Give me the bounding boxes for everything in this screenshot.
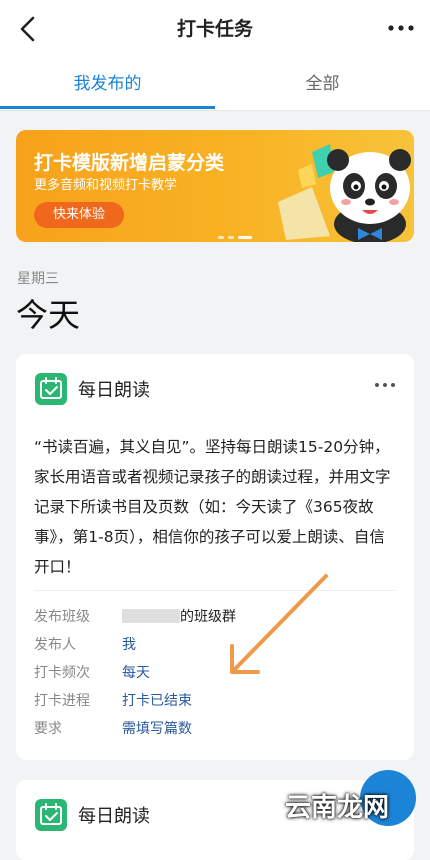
tab-all[interactable]: 全部 [215, 58, 430, 110]
task-description: “书读百遍，其义自见”。坚持每日朗读15-20分钟，家长用语音或者视频记录孩子的… [34, 438, 391, 576]
banner-subtitle: 更多音频和视频打卡教学 [34, 178, 178, 193]
field-label: 发布班级 [34, 609, 90, 625]
tab-bar: 我发布的 全部 [0, 58, 430, 111]
field-label: 发布人 [34, 637, 76, 653]
today-heading: 今天 [16, 296, 81, 334]
page-dot-active [238, 236, 252, 239]
field-label: 打卡进程 [34, 693, 90, 709]
field-label: 要求 [34, 721, 62, 737]
task-card[interactable]: 每日朗读 “书读百遍，其义自见”。坚持每日朗读15-20分钟，家长用语音或者视频… [16, 354, 414, 760]
field-label: 打卡频次 [34, 665, 90, 681]
banner-pagination [218, 224, 256, 242]
top-bar: 打卡任务 [0, 0, 430, 58]
active-tab-indicator [0, 106, 215, 109]
more-options-icon[interactable] [374, 380, 396, 390]
panda-mascot-icon [278, 144, 411, 242]
task-title: 每日朗读 [78, 806, 150, 827]
field-value: 打卡已结束 [122, 693, 192, 709]
tab-my-published[interactable]: 我发布的 [0, 58, 215, 110]
promo-banner[interactable]: 打卡模版新增启蒙分类 更多音频和视频打卡教学 快来体验 [16, 130, 414, 242]
page-dot [218, 236, 224, 239]
calendar-check-icon [35, 373, 67, 405]
field-value: 每天 [122, 665, 150, 681]
page-title: 打卡任务 [176, 18, 253, 40]
calendar-check-icon [35, 799, 67, 831]
blurred-class-name [122, 609, 180, 623]
task-title: 每日朗读 [78, 380, 150, 401]
watermark: 云南龙网 [285, 793, 390, 823]
weekday-label: 星期三 [17, 271, 59, 287]
more-options-icon[interactable] [386, 18, 416, 38]
field-value: 我 [122, 637, 136, 653]
try-now-button[interactable]: 快来体验 [34, 202, 124, 228]
field-value: 需填写篇数 [122, 721, 192, 737]
banner-title: 打卡模版新增启蒙分类 [34, 152, 225, 174]
page-dot [228, 236, 234, 239]
annotation-arrow-icon [230, 574, 328, 674]
